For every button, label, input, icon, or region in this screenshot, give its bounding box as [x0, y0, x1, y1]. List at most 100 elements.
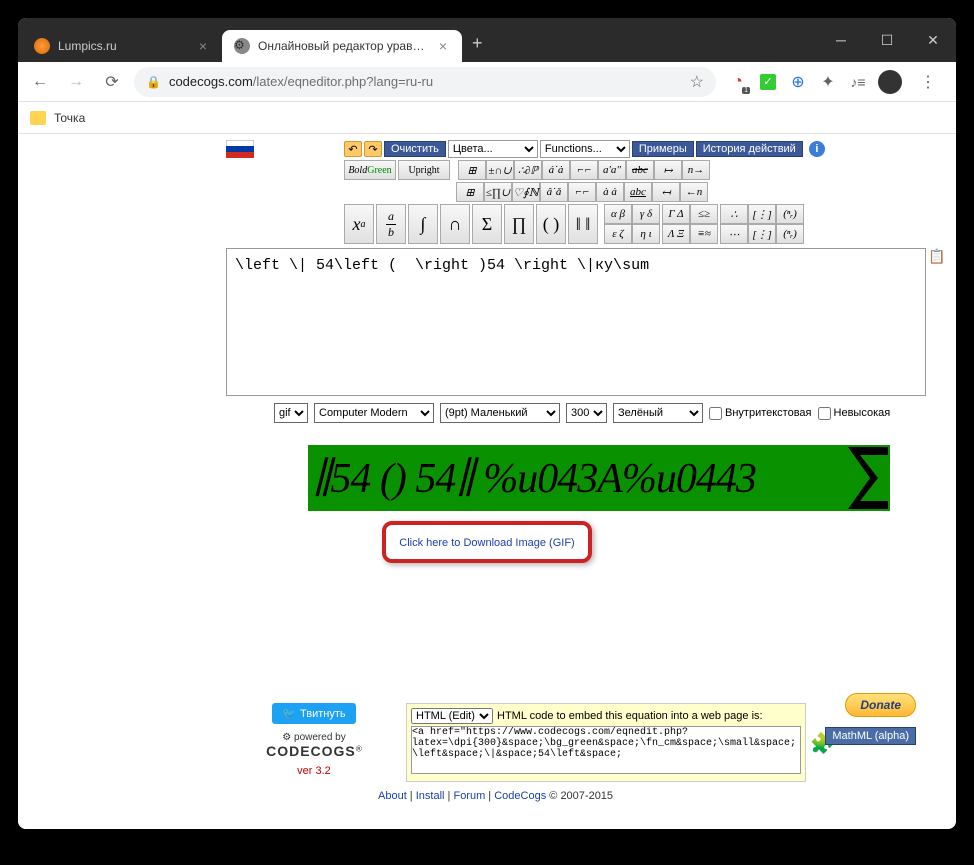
- compare-panel[interactable]: ≤≥: [690, 204, 718, 224]
- greek-epsilon-panel[interactable]: ε ζ: [604, 224, 632, 244]
- matrix-panel[interactable]: ⊞: [458, 160, 486, 180]
- arrow-right-panel[interactable]: ↦: [654, 160, 682, 180]
- bookmark-star-icon[interactable]: ☆: [690, 72, 704, 92]
- greek-alpha-panel[interactable]: α β: [604, 204, 632, 224]
- latex-input[interactable]: [226, 248, 926, 396]
- brackets-left-panel[interactable]: ⌐⌐: [570, 160, 598, 180]
- brackets-right-panel[interactable]: ⌐⌐: [568, 182, 596, 202]
- download-image-link[interactable]: Click here to Download Image (GIF): [399, 537, 574, 549]
- codecogs-link[interactable]: CodeCogs: [494, 790, 546, 802]
- style-bold-button[interactable]: BoldGreen: [344, 160, 396, 180]
- page-content: ↶ ↷ Очистить Цвета... Functions... Приме…: [18, 134, 956, 829]
- binom-panel[interactable]: (ⁿᵣ): [776, 204, 804, 224]
- relations-panel[interactable]: ∴∂ℙ: [514, 160, 542, 180]
- reading-list-icon[interactable]: ♪≡: [848, 72, 868, 92]
- undo-button[interactable]: ↶: [344, 141, 362, 157]
- format-select[interactable]: gif: [274, 403, 308, 423]
- arrow-n-panel[interactable]: n→: [682, 160, 710, 180]
- size-select[interactable]: (9pt) Маленький: [440, 403, 560, 423]
- info-icon[interactable]: i: [809, 141, 825, 157]
- reload-button[interactable]: ⟳: [98, 68, 126, 96]
- set-ops-panel[interactable]: ≤∏∪: [484, 182, 512, 202]
- url-input[interactable]: 🔒 codecogs.com/latex/eqneditor.php?lang=…: [134, 67, 716, 97]
- url-text: codecogs.com/latex/eqneditor.php?lang=ru…: [169, 74, 682, 89]
- greek-eta-panel[interactable]: η ι: [632, 224, 660, 244]
- parentheses-button[interactable]: ( ): [536, 204, 566, 244]
- donate-button[interactable]: Donate: [845, 693, 916, 717]
- dots2-panel[interactable]: ⋯: [720, 224, 748, 244]
- strikethrough-panel[interactable]: abc: [626, 160, 654, 180]
- binom2-panel[interactable]: (ⁿᵣ): [776, 224, 804, 244]
- copyright-text: © 2007-2015: [549, 790, 613, 802]
- intersection-button[interactable]: ∩: [440, 204, 470, 244]
- greek-gamma-panel[interactable]: γ δ: [632, 204, 660, 224]
- color-select[interactable]: Зелёный: [613, 403, 703, 423]
- about-link[interactable]: About: [378, 790, 407, 802]
- embed-code-box: HTML (Edit) HTML code to embed this equa…: [406, 703, 806, 782]
- clear-button[interactable]: Очистить: [384, 141, 446, 157]
- power-button[interactable]: xa: [344, 204, 374, 244]
- forum-link[interactable]: Forum: [453, 790, 485, 802]
- integral-button[interactable]: ∫: [408, 204, 438, 244]
- minimize-button[interactable]: ─: [818, 18, 864, 62]
- brackets4-panel[interactable]: [⋮]: [748, 224, 776, 244]
- greek-cap-gamma-panel[interactable]: Γ Δ: [662, 204, 690, 224]
- install-link[interactable]: Install: [416, 790, 445, 802]
- greek-cap-lambda-panel[interactable]: Λ Ξ: [662, 224, 690, 244]
- redo-button[interactable]: ↷: [364, 141, 382, 157]
- maximize-button[interactable]: ☐: [864, 18, 910, 62]
- brackets3-panel[interactable]: [⋮]: [748, 204, 776, 224]
- accents2-panel[interactable]: â˙ǎ: [540, 182, 568, 202]
- colors-select[interactable]: Цвета...: [448, 140, 538, 158]
- matrix2-panel[interactable]: ⊞: [456, 182, 484, 202]
- arrow-n2-panel[interactable]: ←n: [680, 182, 708, 202]
- functions-select[interactable]: Functions...: [540, 140, 630, 158]
- abc-panel[interactable]: à ȧ: [596, 182, 624, 202]
- operators-panel[interactable]: ±∩∪: [486, 160, 514, 180]
- new-tab-button[interactable]: +: [462, 27, 493, 60]
- dots-panel[interactable]: ∴: [720, 204, 748, 224]
- extension-icon[interactable]: ◔1: [728, 72, 748, 92]
- tab-lumpics[interactable]: Lumpics.ru ×: [22, 30, 222, 62]
- folder-icon: [30, 111, 46, 125]
- product-button[interactable]: ∏: [504, 204, 534, 244]
- examples-button[interactable]: Примеры: [632, 141, 694, 157]
- embed-format-select[interactable]: HTML (Edit): [411, 708, 493, 724]
- forward-button[interactable]: →: [62, 68, 90, 96]
- inline-checkbox[interactable]: [709, 407, 722, 420]
- arrow-left-panel[interactable]: ↤: [652, 182, 680, 202]
- dpi-select[interactable]: 300: [566, 403, 607, 423]
- extension-icon[interactable]: ⊕: [788, 72, 808, 92]
- tab-close-icon[interactable]: ×: [436, 38, 450, 54]
- bookmarks-bar: Точка: [18, 102, 956, 134]
- tweet-button[interactable]: 🐦 Твитнуть: [272, 703, 355, 724]
- tab-codecogs[interactable]: ⚙ Онлайновый редактор уравнен ×: [222, 30, 462, 62]
- super-sub-panel[interactable]: a'a": [598, 160, 626, 180]
- close-button[interactable]: ✕: [910, 18, 956, 62]
- language-flag-russia[interactable]: [226, 140, 254, 158]
- export-options: gif Computer Modern (9pt) Маленький 300 …: [274, 403, 946, 423]
- extension-icon[interactable]: ✓: [758, 72, 778, 92]
- tab-close-icon[interactable]: ×: [196, 38, 210, 54]
- style-upright-button[interactable]: Upright: [398, 160, 450, 180]
- sum-symbol-icon: [846, 445, 890, 511]
- profile-avatar[interactable]: [878, 70, 902, 94]
- underline-panel[interactable]: abc: [624, 182, 652, 202]
- equiv-panel[interactable]: ≡≈: [690, 224, 718, 244]
- inline-label: Внутритекстовая: [725, 407, 812, 419]
- compressed-checkbox[interactable]: [818, 407, 831, 420]
- mathml-button[interactable]: MathML (alpha): [825, 727, 916, 745]
- history-button[interactable]: История действий: [696, 141, 803, 157]
- symbols-panel[interactable]: ♡∮ℕ: [512, 182, 540, 202]
- accents-panel[interactable]: á˙ȧ: [542, 160, 570, 180]
- sum-button[interactable]: Σ: [472, 204, 502, 244]
- fraction-button[interactable]: ab: [376, 204, 406, 244]
- bookmark-item[interactable]: Точка: [54, 111, 85, 125]
- browser-menu-icon[interactable]: ⋮: [912, 72, 944, 92]
- extensions-menu-icon[interactable]: ✦: [818, 72, 838, 92]
- font-select[interactable]: Computer Modern: [314, 403, 434, 423]
- back-button[interactable]: ←: [26, 68, 54, 96]
- copy-icon[interactable]: 📋: [928, 248, 946, 266]
- double-bar-button[interactable]: ‖ ‖: [568, 204, 598, 244]
- embed-code-textarea[interactable]: [411, 726, 801, 774]
